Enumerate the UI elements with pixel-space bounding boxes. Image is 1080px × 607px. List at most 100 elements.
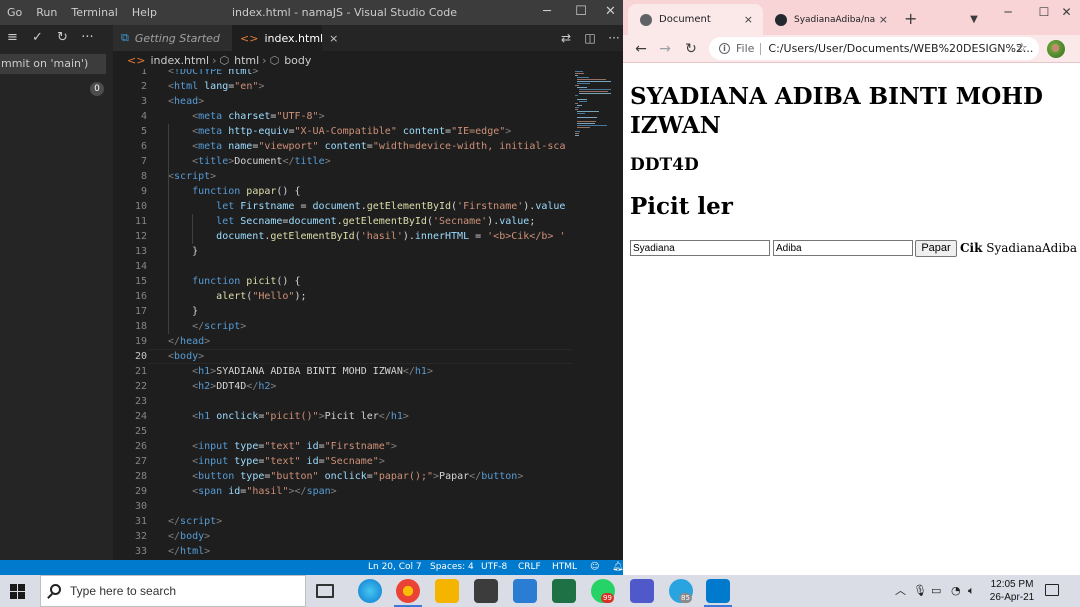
browser-tab-document[interactable]: Document × (628, 4, 763, 35)
taskbar-search-box[interactable]: Type here to search (40, 575, 306, 607)
notifications-bell-icon[interactable]: 🔔︎ (612, 560, 623, 575)
code-line[interactable]: 20 <body> (113, 349, 572, 364)
windows-start-icon[interactable] (10, 584, 25, 599)
profile-avatar[interactable] (1047, 40, 1065, 58)
code-line[interactable]: 22 <h2>DDT4D</h2> (113, 379, 572, 394)
breadcrumb-html[interactable]: html (234, 54, 259, 67)
info-icon[interactable]: i (719, 43, 730, 54)
refresh-icon[interactable]: ↻ (50, 30, 75, 45)
code-line[interactable]: 24 <h1 onclick="picit()">Picit ler</h1> (113, 409, 572, 424)
picit-heading[interactable]: Picit ler (630, 193, 733, 220)
code-line[interactable]: 17 } (113, 304, 572, 319)
code-line[interactable]: 26 <input type="text" id="Firstname"> (113, 439, 572, 454)
volume-icon[interactable]: 🔈︎ (968, 575, 975, 607)
teams-icon[interactable] (630, 579, 654, 603)
code-line[interactable]: 8 <script> (113, 169, 572, 184)
code-line[interactable]: 16 alert("Hello"); (113, 289, 572, 304)
code-line[interactable]: 19 </head> (113, 334, 572, 349)
file-explorer-icon[interactable] (435, 579, 459, 603)
maximize-icon[interactable]: ☐ (564, 0, 598, 25)
commit-check-icon[interactable]: ✓ (25, 30, 50, 45)
code-line[interactable]: 18 </script> (113, 319, 572, 334)
code-line[interactable]: 10 let Firstname = document.getElementBy… (113, 199, 572, 214)
tab-close-icon[interactable]: × (329, 32, 338, 45)
code-line[interactable]: 21 <h1>SYADIANA ADIBA BINTI MOHD IZWAN</… (113, 364, 572, 379)
code-line[interactable]: 33 </html> (113, 544, 572, 559)
code-line[interactable]: 4 <meta charset="UTF-8"> (113, 109, 572, 124)
chrome-icon[interactable] (396, 579, 420, 603)
action-center-icon[interactable] (1045, 584, 1059, 596)
minimize-icon[interactable]: ─ (990, 2, 1026, 22)
minimize-icon[interactable]: ─ (530, 0, 564, 25)
language-mode[interactable]: HTML (552, 560, 577, 575)
compare-changes-icon[interactable]: ⇄ (554, 25, 578, 51)
microphone-icon[interactable]: 🎙︎ (913, 575, 927, 607)
breadcrumb-file[interactable]: index.html (150, 54, 209, 67)
code-line[interactable]: 13 } (113, 244, 572, 259)
code-line[interactable]: 14 (113, 259, 572, 274)
tab-getting-started[interactable]: ⧉ Getting Started (113, 25, 232, 51)
menu-run[interactable]: Run (29, 0, 64, 25)
commit-message-input[interactable]: mmit on 'main') (0, 54, 106, 74)
taskbar-clock[interactable]: 12:05 PM 26-Apr-21 (983, 578, 1041, 604)
menu-go[interactable]: Go (0, 0, 29, 25)
tab-search-icon[interactable]: ▼ (956, 10, 992, 30)
secname-input[interactable] (773, 240, 913, 256)
code-line[interactable]: 5 <meta http-equiv="X-UA-Compatible" con… (113, 124, 572, 139)
battery-icon[interactable]: ▭ (931, 575, 941, 607)
forward-arrow-icon[interactable]: → (655, 39, 675, 59)
code-line[interactable]: 3 <head> (113, 94, 572, 109)
tab-close-icon[interactable]: × (879, 13, 888, 26)
code-line[interactable]: 7 <title>Document</title> (113, 154, 572, 169)
reload-icon[interactable]: ↻ (681, 39, 701, 59)
tab-close-icon[interactable]: × (744, 13, 753, 26)
code-line[interactable]: 27 <input type="text" id="Secname"> (113, 454, 572, 469)
minimap[interactable] (572, 69, 623, 560)
code-line[interactable]: 23 (113, 394, 572, 409)
file-encoding[interactable]: UTF-8 (481, 560, 507, 575)
mail-icon[interactable] (513, 579, 537, 603)
code-text: <meta charset="UTF-8"> (192, 111, 325, 122)
bookmark-star-icon[interactable]: ☆ (1016, 41, 1028, 56)
code-line[interactable]: 11 let Secname=document.getElementById('… (113, 214, 572, 229)
tab-index-html[interactable]: <> index.html × (232, 25, 338, 51)
code-line[interactable]: 32 </body> (113, 529, 572, 544)
code-line[interactable]: 30 (113, 499, 572, 514)
code-line[interactable]: 25 (113, 424, 572, 439)
vscode-taskbar-icon[interactable] (706, 579, 730, 603)
close-icon[interactable]: ✕ (598, 0, 623, 25)
back-arrow-icon[interactable]: ← (631, 39, 651, 59)
breadcrumb-body[interactable]: body (284, 54, 311, 67)
firstname-input[interactable] (630, 240, 770, 256)
line-ending[interactable]: CRLF (518, 560, 541, 575)
code-line[interactable]: 29 <span id="hasil"></span> (113, 484, 572, 499)
code-line[interactable]: 1 <!DOCTYPE html> (113, 69, 572, 79)
code-editor[interactable]: 1 <!DOCTYPE html> 2 <html lang="en"> 3 <head>… (113, 69, 572, 560)
more-actions-icon[interactable]: ··· (75, 30, 100, 45)
code-line[interactable]: 9 function papar() { (113, 184, 572, 199)
microsoft-store-icon[interactable] (474, 579, 498, 603)
indentation[interactable]: Spaces: 4 (430, 560, 474, 575)
wifi-icon[interactable]: ◔ (951, 575, 961, 607)
project-icon[interactable] (552, 579, 576, 603)
split-editor-icon[interactable]: ◫ (578, 25, 602, 51)
code-line[interactable]: 31 </script> (113, 514, 572, 529)
code-line[interactable]: 2 <html lang="en"> (113, 79, 572, 94)
edge-icon[interactable] (358, 579, 382, 603)
menu-help[interactable]: Help (125, 0, 164, 25)
address-bar[interactable]: i File C:/Users/User/Documents/WEB%20DES… (709, 37, 1039, 60)
papar-button[interactable]: Papar (915, 240, 957, 257)
view-tree-icon[interactable]: ≡ (0, 30, 25, 45)
show-hidden-icons-icon[interactable]: ︿ (895, 575, 906, 607)
code-line[interactable]: 6 <meta name="viewport" content="width=d… (113, 139, 572, 154)
task-view-icon[interactable] (316, 584, 334, 598)
new-tab-button[interactable]: + (904, 10, 917, 28)
feedback-icon[interactable]: ☺ (590, 560, 599, 575)
code-line[interactable]: 12 document.getElementById('hasil').inne… (113, 229, 572, 244)
code-line[interactable]: 15 function picit() { (113, 274, 572, 289)
menu-terminal[interactable]: Terminal (64, 0, 125, 25)
browser-tab-github[interactable]: SyadianaAdiba/nam × (763, 4, 898, 35)
cursor-position[interactable]: Ln 20, Col 7 (368, 560, 422, 575)
close-icon[interactable]: ✕ (1053, 2, 1080, 22)
code-line[interactable]: 28 <button type="button" onclick="papar(… (113, 469, 572, 484)
